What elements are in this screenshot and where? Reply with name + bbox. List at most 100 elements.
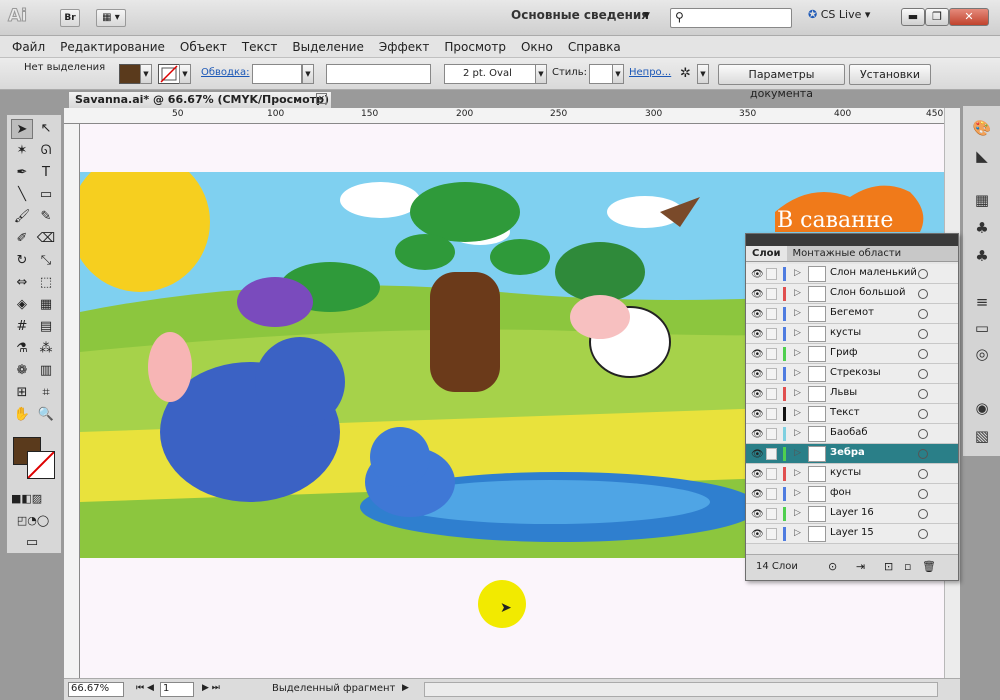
layer-name[interactable]: Бегемот <box>830 307 874 318</box>
style-dropdown[interactable]: ▼ <box>612 64 624 84</box>
preferences-button[interactable]: Установки <box>849 64 931 85</box>
blob-brush-tool-icon[interactable]: ✐ <box>11 229 33 249</box>
lock-toggle[interactable] <box>766 388 777 400</box>
layer-row[interactable]: 👁 ▷ кусты <box>746 464 958 484</box>
symbols-icon[interactable]: ♣ <box>969 244 995 268</box>
appearance-icon[interactable]: ◉ <box>969 396 995 420</box>
lock-toggle[interactable] <box>766 308 777 320</box>
lock-toggle[interactable] <box>766 288 777 300</box>
new-sublayer-icon[interactable]: ⊡ <box>884 555 893 579</box>
layer-target-icon[interactable] <box>918 289 928 299</box>
locate-object-icon[interactable]: ⊙ <box>828 555 837 579</box>
visibility-eye-icon[interactable]: 👁 <box>751 309 764 320</box>
layer-name[interactable]: Слон маленький <box>830 267 917 278</box>
expand-triangle-icon[interactable]: ▷ <box>794 528 801 538</box>
layer-name[interactable]: Текст <box>830 407 860 418</box>
symbol-sprayer-tool-icon[interactable]: ❁ <box>11 361 33 381</box>
eraser-tool-icon[interactable]: ⌫ <box>35 229 57 249</box>
eyedropper-tool-icon[interactable]: ⚗ <box>11 339 33 359</box>
selection-tool-icon[interactable]: ➤ <box>11 119 33 139</box>
close-tab-icon[interactable]: ✕ <box>316 93 327 104</box>
free-transform-tool-icon[interactable]: ⬚ <box>35 273 57 293</box>
artboard-tool-icon[interactable]: ⊞ <box>11 383 33 403</box>
expand-triangle-icon[interactable]: ▷ <box>794 348 801 358</box>
zoom-field[interactable]: 66.67% <box>68 682 124 697</box>
drawing-mode-icon[interactable]: ◰◔◯ <box>11 511 55 531</box>
layer-row[interactable]: 👁 ▷ кусты <box>746 324 958 344</box>
bridge-button[interactable]: Br <box>60 9 80 27</box>
screen-mode-icon[interactable]: ▭ <box>21 533 43 553</box>
stroke-swatch[interactable] <box>158 64 180 84</box>
color-guide-icon[interactable]: ◣ <box>969 144 995 168</box>
close-button[interactable]: ✕ <box>949 8 989 26</box>
shape-builder-tool-icon[interactable]: ◈ <box>11 295 33 315</box>
layer-row[interactable]: 👁 ▷ Текст <box>746 404 958 424</box>
layer-target-icon[interactable] <box>918 529 928 539</box>
layer-target-icon[interactable] <box>918 509 928 519</box>
expand-triangle-icon[interactable]: ▷ <box>794 368 801 378</box>
pen-tool-icon[interactable]: ✒ <box>11 163 33 183</box>
artboard-number-field[interactable]: 1 <box>160 682 194 697</box>
document-setup-button[interactable]: Параметры документа <box>718 64 845 100</box>
lock-toggle[interactable] <box>766 488 777 500</box>
layer-row[interactable]: 👁 ▷ Бегемот <box>746 304 958 324</box>
menu-type[interactable]: Текст <box>242 40 278 54</box>
layer-target-icon[interactable] <box>918 269 928 279</box>
brushes-icon[interactable]: ♣ <box>969 216 995 240</box>
lock-toggle[interactable] <box>766 468 777 480</box>
visibility-eye-icon[interactable]: 👁 <box>751 389 764 400</box>
layer-name[interactable]: Баобаб <box>830 427 868 438</box>
menu-object[interactable]: Объект <box>180 40 227 54</box>
cs-live-button[interactable]: ✪ CS Live ▾ <box>808 8 870 21</box>
layer-row[interactable]: 👁 ▷ Стрекозы <box>746 364 958 384</box>
visibility-eye-icon[interactable]: 👁 <box>751 529 764 540</box>
layers-panel-header[interactable] <box>746 234 958 246</box>
layer-target-icon[interactable] <box>918 469 928 479</box>
gradient-tool-icon[interactable]: ▤ <box>35 317 57 337</box>
expand-triangle-icon[interactable]: ▷ <box>794 388 801 398</box>
pencil-tool-icon[interactable]: ✎ <box>35 207 57 227</box>
magic-wand-tool-icon[interactable]: ✶ <box>11 141 33 161</box>
menu-view[interactable]: Просмотр <box>444 40 506 54</box>
expand-triangle-icon[interactable]: ▷ <box>794 448 801 458</box>
layer-row[interactable]: 👁 ▷ фон <box>746 484 958 504</box>
layer-row[interactable]: 👁 ▷ Слон большой <box>746 284 958 304</box>
recolor-dropdown[interactable]: ▼ <box>697 64 709 84</box>
horizontal-scrollbar[interactable] <box>424 682 938 697</box>
layer-target-icon[interactable] <box>918 369 928 379</box>
status-info[interactable]: Выделенный фрагмент <box>272 683 395 694</box>
menu-select[interactable]: Выделение <box>292 40 363 54</box>
visibility-eye-icon[interactable]: 👁 <box>751 369 764 380</box>
hand-tool-icon[interactable]: ✋ <box>11 405 33 425</box>
layer-row[interactable]: 👁 ▷ Львы <box>746 384 958 404</box>
visibility-eye-icon[interactable]: 👁 <box>751 489 764 500</box>
transparency-icon[interactable]: ◎ <box>969 342 995 366</box>
variable-width-field[interactable] <box>326 64 431 84</box>
expand-triangle-icon[interactable]: ▷ <box>794 408 801 418</box>
expand-triangle-icon[interactable]: ▷ <box>794 288 801 298</box>
layer-target-icon[interactable] <box>918 449 928 459</box>
layer-row[interactable]: 👁 ▷ Гриф <box>746 344 958 364</box>
lock-toggle[interactable] <box>766 428 777 440</box>
visibility-eye-icon[interactable]: 👁 <box>751 449 764 460</box>
brush-field[interactable]: 2 pt. Oval <box>444 64 536 84</box>
visibility-eye-icon[interactable]: 👁 <box>751 409 764 420</box>
chevron-down-icon[interactable]: ▼ <box>643 11 650 21</box>
layer-name[interactable]: кусты <box>830 467 861 478</box>
layer-name[interactable]: Layer 16 <box>830 507 874 518</box>
rotate-tool-icon[interactable]: ↻ <box>11 251 33 271</box>
visibility-eye-icon[interactable]: 👁 <box>751 509 764 520</box>
layer-name[interactable]: Львы <box>830 387 857 398</box>
layer-name[interactable]: Стрекозы <box>830 367 881 378</box>
layer-target-icon[interactable] <box>918 329 928 339</box>
make-clipping-mask-icon[interactable]: ⇥ <box>856 555 865 579</box>
width-tool-icon[interactable]: ⇔ <box>11 273 33 293</box>
mesh-tool-icon[interactable]: # <box>11 317 33 337</box>
color-panel-icon[interactable]: 🎨 <box>969 116 995 140</box>
lock-toggle[interactable] <box>766 508 777 520</box>
lock-toggle[interactable] <box>766 368 777 380</box>
graph-tool-icon[interactable]: ▥ <box>35 361 57 381</box>
next-artboard-icon[interactable]: ▶ ⏭ <box>202 683 220 693</box>
layer-name[interactable]: Слон большой <box>830 287 906 298</box>
rectangle-tool-icon[interactable]: ▭ <box>35 185 57 205</box>
